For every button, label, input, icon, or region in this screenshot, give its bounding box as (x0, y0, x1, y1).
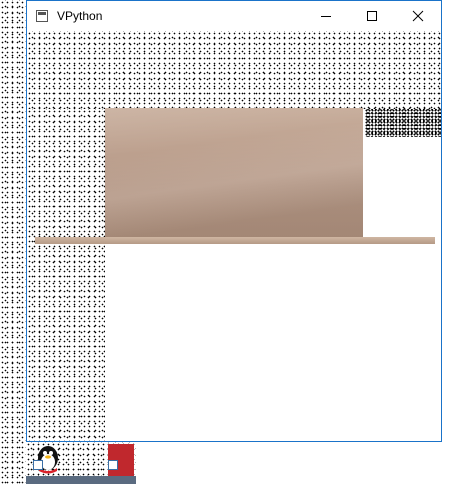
maximize-button[interactable] (349, 1, 395, 31)
wood-box-object (105, 108, 363, 238)
desktop-shortcuts (26, 442, 136, 484)
render-artifact-patch (365, 109, 441, 137)
shortcut-labels (26, 476, 136, 484)
close-button[interactable] (395, 1, 441, 31)
render-artifact-top (27, 31, 441, 109)
render-artifact-left (27, 109, 105, 441)
minimize-button[interactable] (303, 1, 349, 31)
window-title: VPython (57, 9, 103, 23)
scene-canvas[interactable] (27, 31, 441, 441)
vpython-window: VPython (26, 0, 442, 442)
desktop-background (0, 0, 26, 484)
shortcut-arrow-icon (33, 460, 43, 470)
maximize-icon (367, 11, 377, 21)
shortcut-arrow-icon (108, 460, 118, 470)
title-bar[interactable]: VPython (27, 1, 441, 31)
app-icon (36, 10, 48, 22)
close-icon (412, 10, 424, 22)
minimize-icon (321, 16, 331, 17)
wood-floor-object (35, 237, 435, 244)
